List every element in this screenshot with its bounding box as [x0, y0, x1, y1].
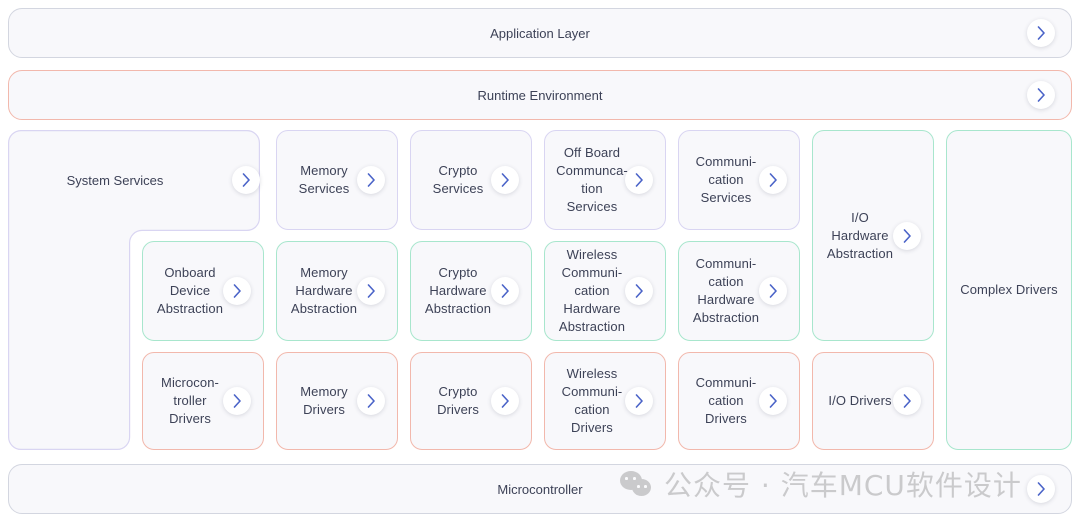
chevron-right-icon[interactable] [1027, 475, 1055, 503]
chevron-right-icon[interactable] [223, 387, 251, 415]
block-memory-drivers[interactable]: Memory Drivers [276, 352, 398, 450]
block-label: System Services [66, 172, 164, 188]
block-io-hardware-abstraction[interactable]: I/O Hardware Abstraction [812, 130, 934, 341]
chevron-right-icon[interactable] [625, 277, 653, 305]
block-wireless-communication-drivers[interactable]: Wireless Communi- cation Drivers [544, 352, 666, 450]
block-crypto-drivers[interactable]: Crypto Drivers [410, 352, 532, 450]
chevron-right-icon[interactable] [893, 221, 921, 250]
block-io-drivers[interactable]: I/O Drivers [812, 352, 934, 450]
autosar-layer-diagram: Application Layer Runtime Environment Sy… [0, 0, 1080, 521]
chevron-right-icon[interactable] [357, 277, 385, 305]
chevron-right-icon[interactable] [232, 166, 260, 194]
chevron-right-icon[interactable] [759, 166, 787, 194]
block-onboard-device-abstraction[interactable]: Onboard Device Abstraction [142, 241, 264, 341]
layer-label: Application Layer [490, 25, 590, 41]
chevron-right-icon[interactable] [223, 277, 251, 305]
block-off-board-communication-services[interactable]: Off Board Communca- tion Services [544, 130, 666, 230]
block-crypto-hardware-abstraction[interactable]: Crypto Hardware Abstraction [410, 241, 532, 341]
chevron-right-icon[interactable] [1027, 81, 1055, 109]
block-communication-services[interactable]: Communi- cation Services [678, 130, 800, 230]
chevron-right-icon[interactable] [491, 277, 519, 305]
block-memory-services[interactable]: Memory Services [276, 130, 398, 230]
layer-runtime-environment[interactable]: Runtime Environment [8, 70, 1072, 120]
chevron-right-icon[interactable] [491, 166, 519, 194]
block-communication-drivers[interactable]: Communi- cation Drivers [678, 352, 800, 450]
block-wireless-communication-hardware-abstraction[interactable]: Wireless Communi- cation Hardware Abstra… [544, 241, 666, 341]
chevron-right-icon[interactable] [625, 387, 653, 415]
chevron-right-icon[interactable] [357, 387, 385, 415]
block-complex-drivers[interactable]: Complex Drivers [946, 130, 1072, 450]
block-microcontroller-drivers[interactable]: Microcon- troller Drivers [142, 352, 264, 450]
layer-label: Runtime Environment [477, 87, 603, 103]
layer-application-layer[interactable]: Application Layer [8, 8, 1072, 58]
chevron-right-icon[interactable] [357, 166, 385, 194]
chevron-right-icon[interactable] [759, 387, 787, 415]
block-crypto-services[interactable]: Crypto Services [410, 130, 532, 230]
layer-microcontroller[interactable]: Microcontroller [8, 464, 1072, 514]
chevron-right-icon[interactable] [625, 166, 653, 194]
block-label: Complex Drivers [960, 282, 1058, 297]
chevron-right-icon[interactable] [893, 387, 921, 415]
block-communication-hardware-abstraction[interactable]: Communi- cation Hardware Abstraction [678, 241, 800, 341]
chevron-right-icon[interactable] [1027, 19, 1055, 47]
layer-label: Microcontroller [497, 481, 583, 497]
block-memory-hardware-abstraction[interactable]: Memory Hardware Abstraction [276, 241, 398, 341]
chevron-right-icon[interactable] [491, 387, 519, 415]
chevron-right-icon[interactable] [759, 277, 787, 305]
